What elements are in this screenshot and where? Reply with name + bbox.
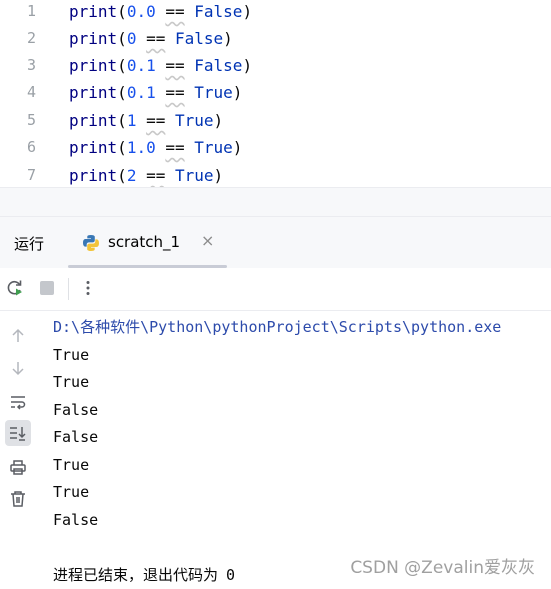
equality-operator: == [165, 56, 184, 75]
code-line[interactable]: 7 print(2 == True) [0, 162, 551, 188]
console-output-line: True [53, 342, 551, 370]
paren-open: ( [117, 83, 127, 102]
paren-open: ( [117, 2, 127, 21]
paren-open: ( [117, 29, 127, 48]
print-icon[interactable] [5, 454, 31, 480]
run-toolbar [0, 268, 551, 311]
paren-close: ) [214, 166, 224, 185]
python-icon [82, 234, 100, 252]
console-sidebar [0, 311, 36, 586]
paren-open: ( [117, 166, 127, 185]
console-output-line: False [53, 507, 551, 535]
equality-operator: == [146, 29, 165, 48]
code-text: print(0.0 == False) [69, 0, 252, 25]
paren-close: ) [242, 56, 252, 75]
function-name: print [69, 138, 117, 157]
console-command-line: D:\各种软件\Python\pythonProject\Scripts\pyt… [53, 314, 551, 342]
tab-scratch-1[interactable]: scratch_1 × [68, 217, 227, 268]
soft-wrap-icon[interactable] [5, 389, 31, 415]
number-literal: 0 [127, 29, 137, 48]
scroll-to-end-icon[interactable] [5, 420, 31, 446]
code-text: print(0 == False) [69, 25, 233, 52]
line-number: 6 [0, 134, 36, 161]
paren-open: ( [117, 138, 127, 157]
paren-close: ) [223, 29, 233, 48]
console-output-line: True [53, 369, 551, 397]
code-text: print(0.1 == True) [69, 79, 242, 106]
console-output-line: False [53, 397, 551, 425]
boolean-literal: False [194, 2, 242, 21]
run-window-title[interactable]: 运行 [14, 233, 44, 254]
function-name: print [69, 83, 117, 102]
boolean-literal: False [175, 29, 223, 48]
line-number: 4 [0, 79, 36, 106]
stop-icon[interactable] [36, 277, 58, 299]
paren-close: ) [233, 83, 243, 102]
code-text: print(2 == True) [69, 162, 223, 188]
paren-open: ( [117, 111, 127, 130]
number-literal: 0.1 [127, 83, 156, 102]
function-name: print [69, 29, 117, 48]
toolbar-separator [68, 278, 69, 300]
panel-splitter[interactable] [0, 188, 551, 216]
line-number: 1 [0, 0, 36, 25]
number-literal: 0.1 [127, 56, 156, 75]
paren-close: ) [214, 111, 224, 130]
code-text: print(1 == True) [69, 107, 223, 134]
boolean-literal: True [175, 166, 214, 185]
boolean-literal: True [175, 111, 214, 130]
function-name: print [69, 111, 117, 130]
equality-operator: == [165, 138, 184, 157]
console-output-line: True [53, 479, 551, 507]
trash-icon[interactable] [5, 486, 31, 512]
code-line[interactable]: 6 print(1.0 == True) [0, 134, 551, 161]
paren-open: ( [117, 56, 127, 75]
boolean-literal: True [194, 138, 233, 157]
function-name: print [69, 56, 117, 75]
boolean-literal: True [194, 83, 233, 102]
close-icon[interactable]: × [201, 231, 214, 250]
code-line[interactable]: 2 print(0 == False) [0, 25, 551, 52]
number-literal: 1.0 [127, 138, 156, 157]
line-number: 2 [0, 25, 36, 52]
function-name: print [69, 2, 117, 21]
paren-close: ) [233, 138, 243, 157]
paren-close: ) [242, 2, 252, 21]
line-number: 5 [0, 107, 36, 134]
equality-operator: == [165, 2, 184, 21]
code-line[interactable]: 1 print(0.0 == False) [0, 0, 551, 25]
code-line[interactable]: 3 print(0.1 == False) [0, 52, 551, 79]
number-literal: 2 [127, 166, 137, 185]
number-literal: 0.0 [127, 2, 156, 21]
code-editor[interactable]: 1 print(0.0 == False) 2 print(0 == False… [0, 0, 551, 188]
equality-operator: == [165, 83, 184, 102]
code-text: print(0.1 == False) [69, 52, 252, 79]
function-name: print [69, 166, 117, 185]
equality-operator: == [146, 111, 165, 130]
console-output-line: True [53, 452, 551, 480]
watermark: CSDN @Zevalin爱灰灰 [350, 553, 535, 578]
exit-code: 0 [226, 566, 235, 584]
code-line[interactable]: 4 print(0.1 == True) [0, 79, 551, 106]
equality-operator: == [146, 166, 165, 185]
console-output[interactable]: D:\各种软件\Python\pythonProject\Scripts\pyt… [53, 314, 551, 589]
tab-label: scratch_1 [108, 233, 180, 251]
code-line[interactable]: 5 print(1 == True) [0, 107, 551, 134]
boolean-literal: False [194, 56, 242, 75]
exit-message: 进程已结束，退出代码为 [53, 566, 218, 584]
line-number: 3 [0, 52, 36, 79]
line-number: 7 [0, 162, 36, 188]
arrow-up-icon[interactable] [5, 323, 31, 349]
arrow-down-icon[interactable] [5, 355, 31, 381]
more-vertical-icon[interactable] [77, 277, 99, 299]
console-output-line: False [53, 424, 551, 452]
rerun-icon[interactable] [4, 277, 26, 299]
code-text: print(1.0 == True) [69, 134, 242, 161]
run-window-header: 运行 scratch_1 × [0, 216, 551, 268]
number-literal: 1 [127, 111, 137, 130]
